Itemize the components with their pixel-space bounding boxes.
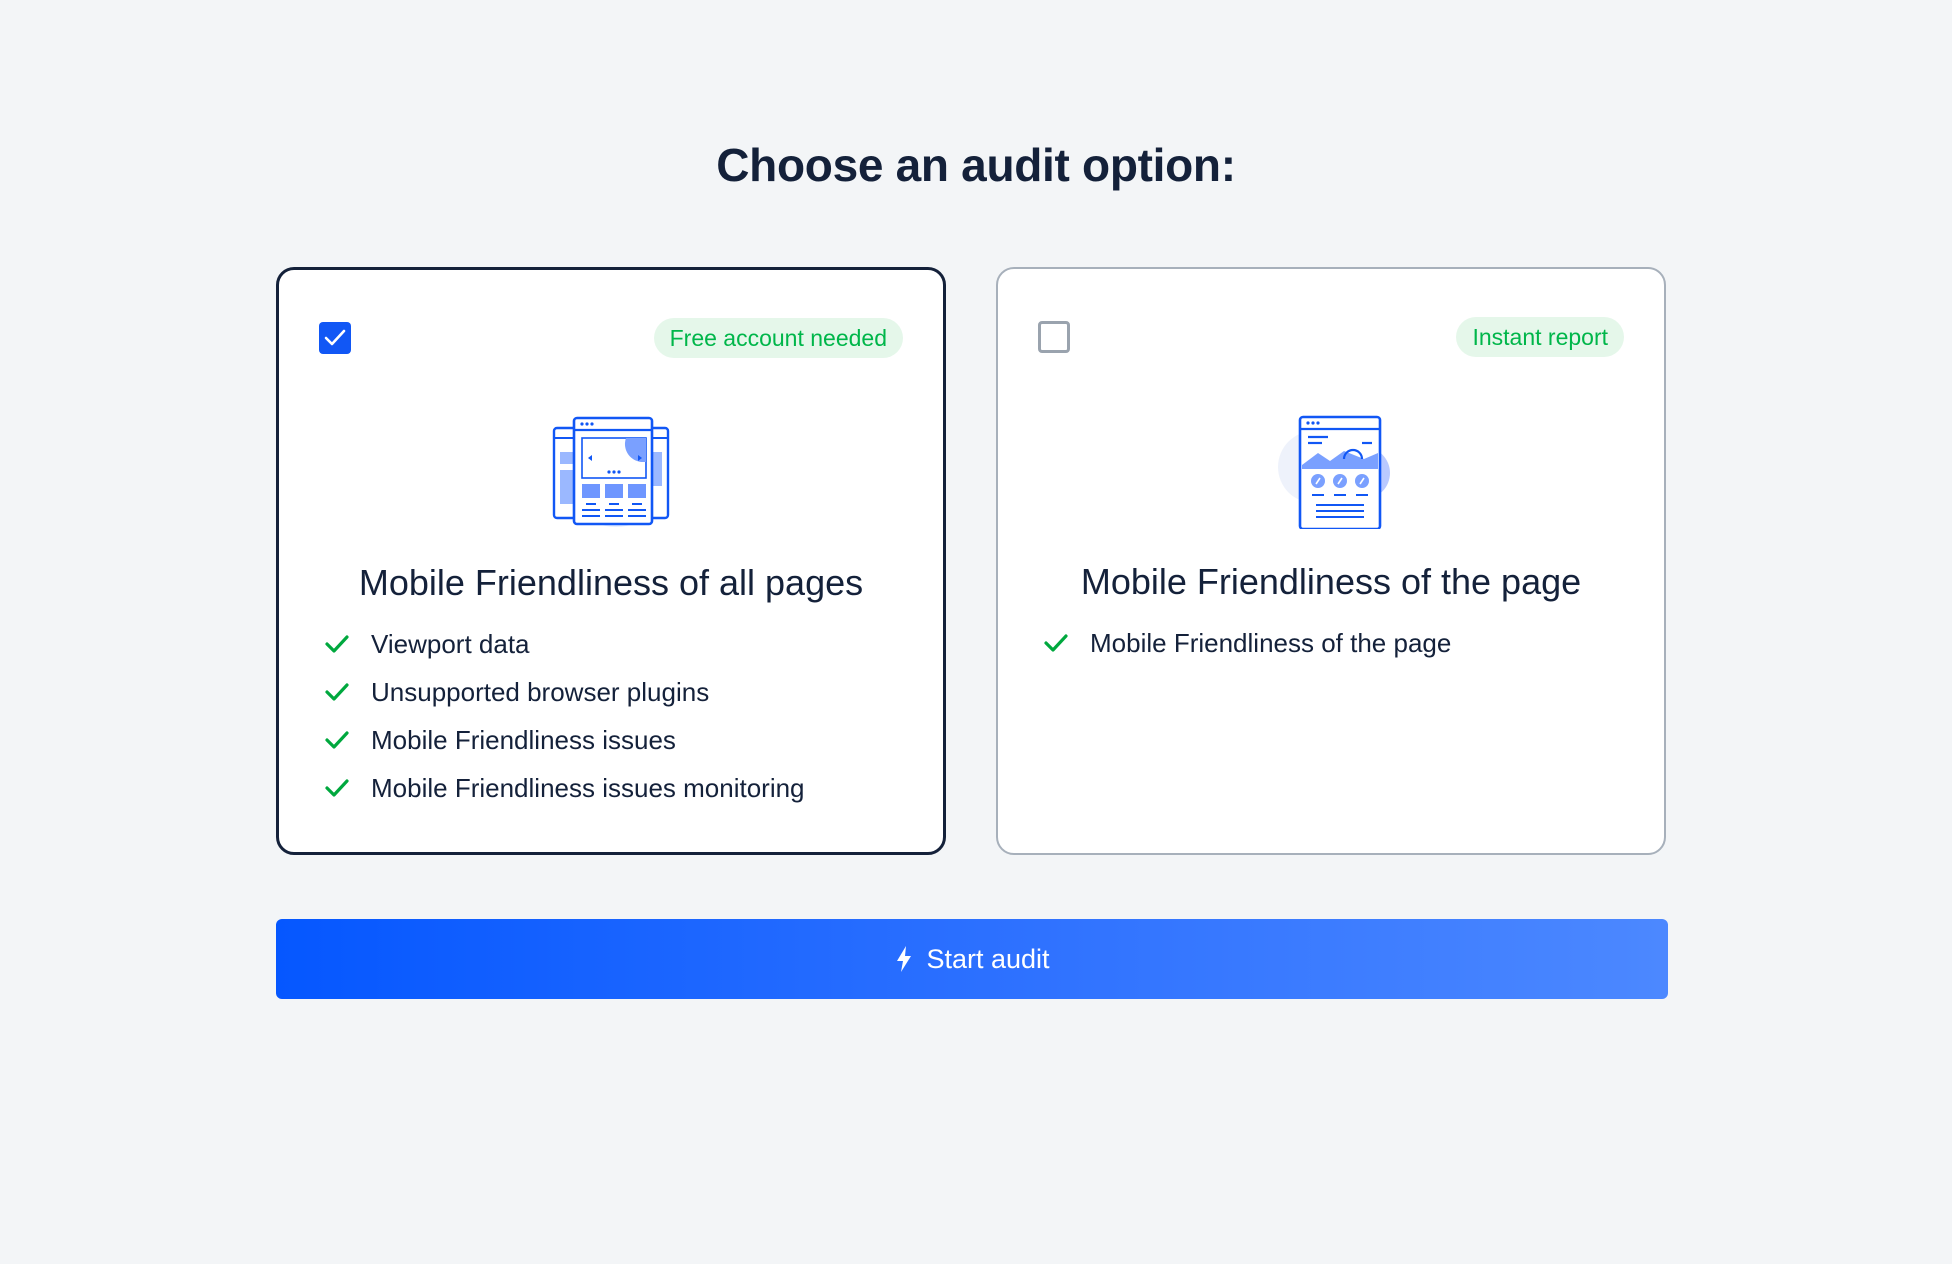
checkmark-icon: [324, 329, 346, 346]
feature-label: Unsupported browser plugins: [371, 676, 710, 707]
page-title: Choose an audit option:: [716, 139, 1236, 191]
start-audit-label: Start audit: [926, 943, 1050, 974]
check-icon: [325, 683, 349, 701]
feature-label: Mobile Friendliness issues: [371, 724, 676, 755]
feature-item: Mobile Friendliness of the page: [1042, 619, 1451, 667]
all-pages-checkbox[interactable]: [319, 322, 351, 354]
feature-item: Viewport data: [323, 620, 805, 668]
audit-option-all-pages[interactable]: Free account needed Mobile Friendliness …: [276, 267, 946, 855]
single-page-document-icon: [1266, 399, 1396, 534]
feature-label: Mobile Friendliness of the page: [1090, 627, 1452, 658]
feature-item: Mobile Friendliness issues: [323, 716, 805, 764]
feature-item: Mobile Friendliness issues monitoring: [323, 764, 805, 812]
instant-report-badge: Instant report: [1456, 317, 1624, 357]
single-page-checkbox[interactable]: [1038, 321, 1070, 353]
lightning-bolt-icon: [897, 946, 912, 972]
multi-page-browser-icon: [546, 400, 676, 535]
check-icon: [325, 779, 349, 797]
all-pages-feature-list: Viewport data Unsupported browser plugin…: [323, 620, 805, 812]
single-page-title: Mobile Friendliness of the page: [1080, 561, 1582, 602]
feature-item: Unsupported browser plugins: [323, 668, 805, 716]
check-icon: [325, 731, 349, 749]
audit-option-single-page[interactable]: Instant report Mobile Friendliness of th…: [996, 267, 1666, 855]
check-icon: [325, 635, 349, 653]
single-page-feature-list: Mobile Friendliness of the page: [1042, 619, 1451, 667]
start-audit-button[interactable]: Start audit: [276, 919, 1668, 999]
all-pages-title: Mobile Friendliness of all pages: [358, 562, 864, 603]
check-icon: [1044, 634, 1068, 652]
free-account-badge: Free account needed: [653, 318, 903, 358]
feature-label: Mobile Friendliness issues monitoring: [371, 772, 805, 803]
feature-label: Viewport data: [371, 628, 530, 659]
